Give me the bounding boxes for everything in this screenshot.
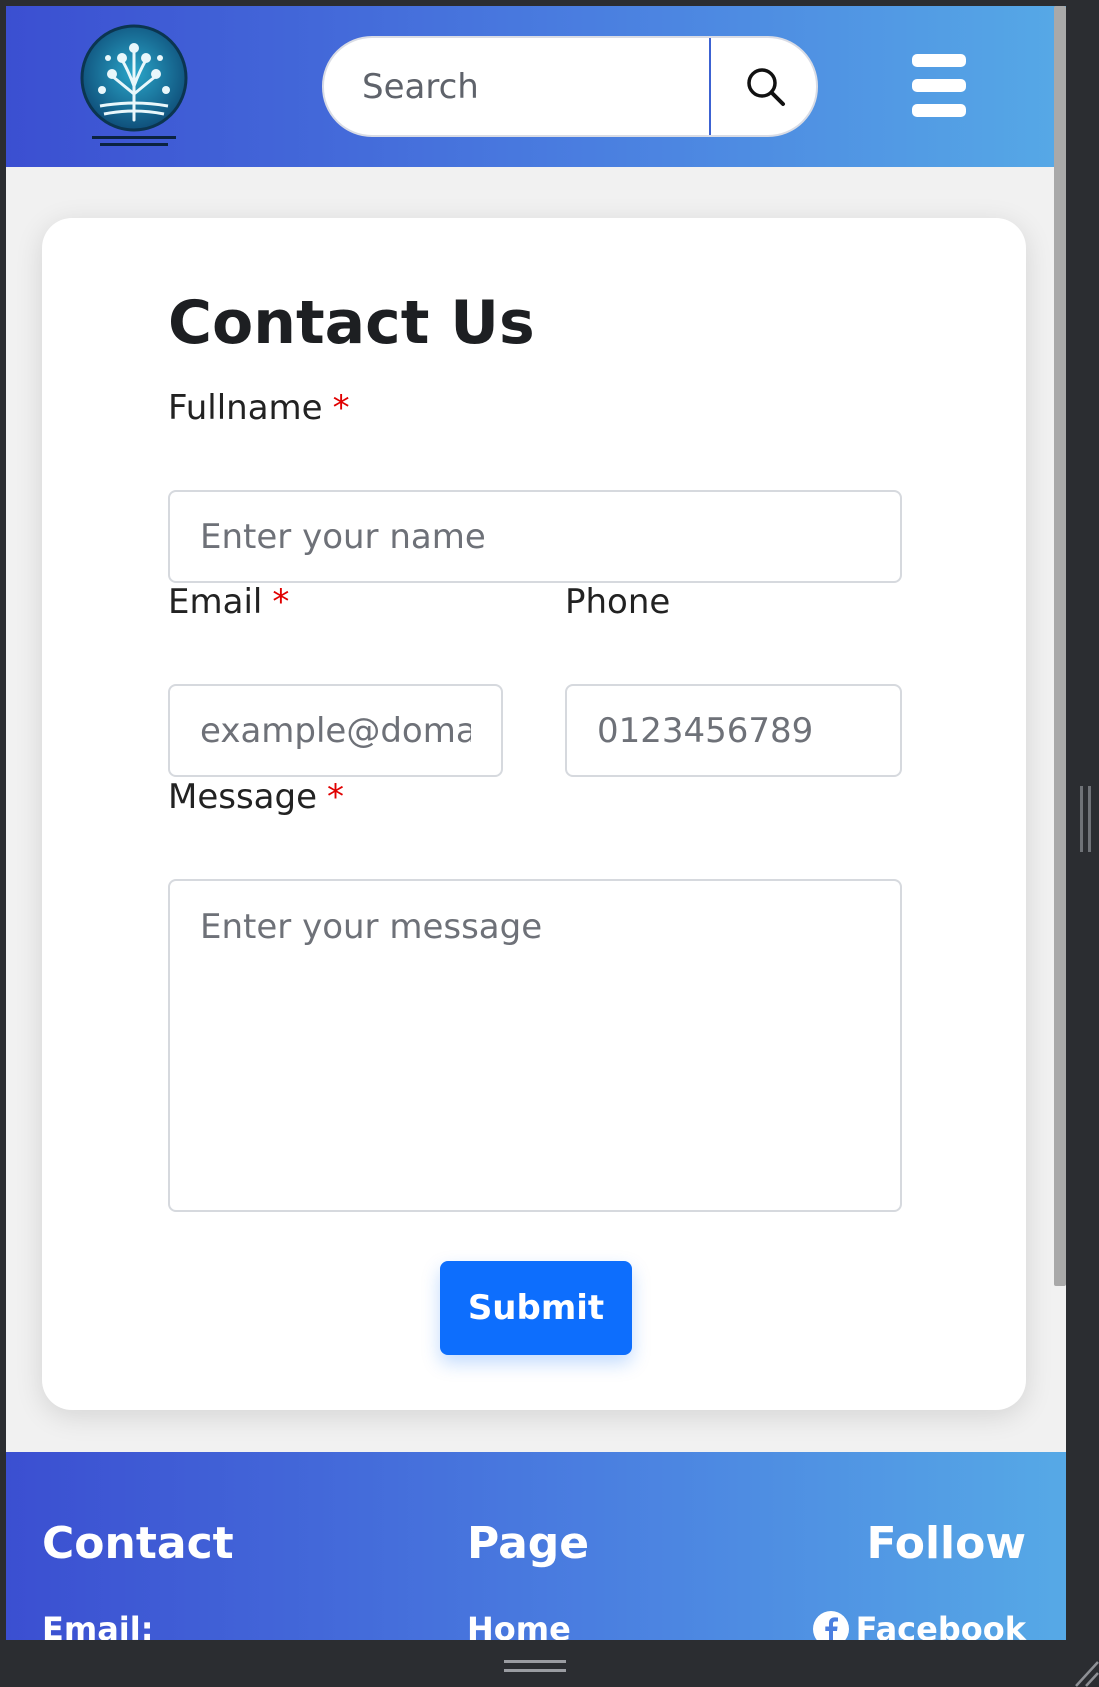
search-bar — [322, 36, 818, 137]
required-mark: * — [332, 388, 350, 428]
email-input[interactable] — [168, 684, 503, 777]
message-textarea[interactable] — [168, 879, 902, 1212]
footer-contact-heading: Contact — [42, 1518, 234, 1569]
resize-handle-bottom[interactable] — [504, 1660, 566, 1674]
submit-button[interactable]: Submit — [440, 1261, 632, 1355]
fullname-label-text: Fullname — [168, 388, 323, 428]
search-button[interactable] — [709, 38, 816, 135]
search-input[interactable] — [324, 38, 709, 135]
page-title: Contact Us — [168, 288, 535, 358]
required-mark: * — [272, 582, 290, 622]
fullname-label: Fullname * — [168, 388, 350, 428]
phone-label: Phone — [565, 582, 670, 622]
footer-email-label: Email: — [42, 1610, 154, 1640]
resize-corner-icon[interactable] — [1070, 1650, 1099, 1687]
tree-logo-icon[interactable] — [78, 24, 190, 149]
vertical-scrollbar[interactable] — [1054, 6, 1066, 1286]
fullname-input[interactable] — [168, 490, 902, 583]
footer-home-link[interactable]: Home — [467, 1610, 571, 1640]
email-label: Email * — [168, 582, 289, 622]
footer-page-heading: Page — [467, 1518, 590, 1569]
facebook-icon — [812, 1611, 849, 1640]
page-viewport: Contact Us Fullname* Email* Phone Messag… — [6, 6, 1066, 1640]
contact-card: Contact Us Fullname* Email* Phone Messag… — [42, 218, 1026, 1410]
hamburger-menu-icon[interactable] — [912, 54, 966, 118]
message-label-text: Message — [168, 777, 318, 817]
footer-facebook-link[interactable]: Facebook — [812, 1610, 1026, 1640]
message-label: Message * — [168, 777, 344, 817]
resize-handle-right[interactable] — [1080, 786, 1092, 852]
facebook-link-text: Facebook — [855, 1610, 1026, 1640]
footer-follow-heading: Follow — [866, 1518, 1026, 1569]
required-mark: * — [327, 777, 345, 817]
site-header — [6, 6, 1066, 167]
phone-input[interactable] — [565, 684, 902, 777]
search-icon — [746, 67, 785, 106]
phone-label-text: Phone — [565, 582, 671, 622]
email-label-text: Email — [168, 582, 263, 622]
site-footer: Contact Page Follow Email: Home Facebook — [6, 1452, 1066, 1640]
